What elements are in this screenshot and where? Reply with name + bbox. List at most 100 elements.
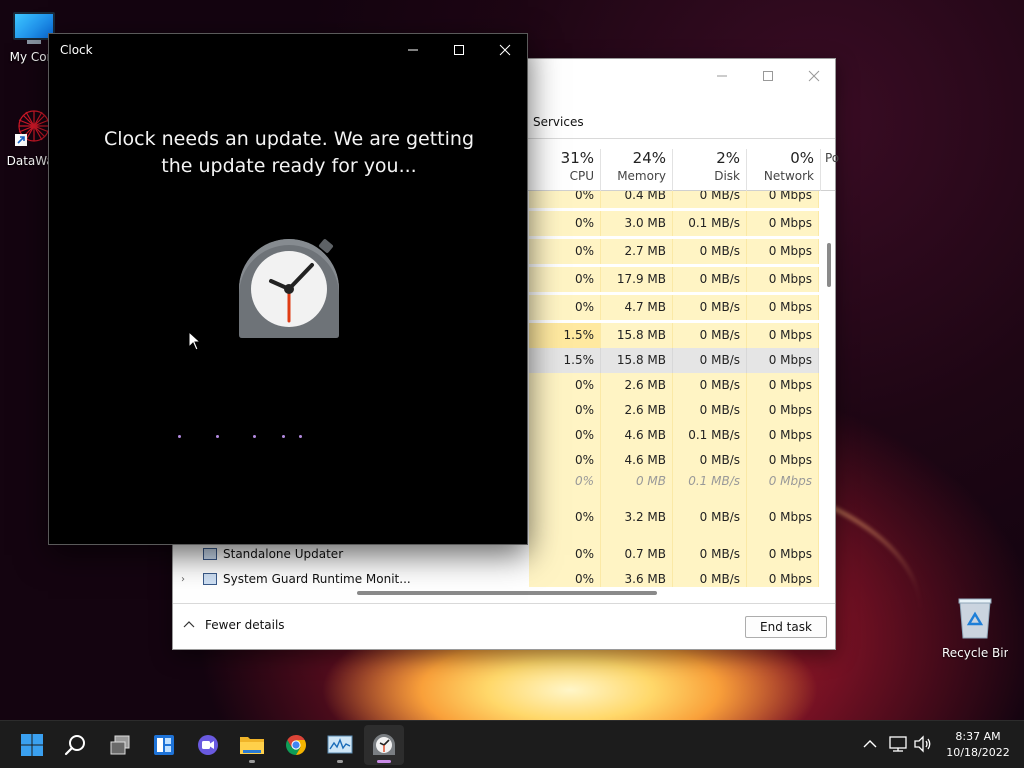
cell-network: 0 Mbps	[747, 492, 819, 542]
cell-disk: 0.1 MB/s	[673, 470, 747, 492]
system-date: 10/18/2022	[946, 746, 1010, 759]
column-header-network[interactable]: 0% Network	[747, 149, 821, 191]
close-button[interactable]	[791, 63, 837, 89]
cell-network: 0 Mbps	[747, 470, 819, 492]
cell-cpu: 0%	[529, 211, 601, 236]
cell-network: 0 Mbps	[747, 567, 819, 587]
stopwatch-clock-icon	[373, 734, 395, 755]
cell-cpu: 1.5%	[529, 323, 601, 348]
window-title: Clock	[60, 43, 93, 57]
clock-taskbar-button[interactable]	[364, 725, 404, 765]
chat-video-icon	[198, 735, 218, 755]
column-header-disk[interactable]: 2% Disk	[673, 149, 747, 191]
minimize-button[interactable]	[699, 63, 745, 89]
progress-dot	[282, 435, 285, 438]
taskbar: 8:37 AM 10/18/2022	[0, 720, 1024, 768]
show-hidden-icons-button[interactable]	[861, 735, 879, 753]
update-message: Clock needs an update. We are getting th…	[103, 128, 475, 177]
network-label: Network	[763, 169, 814, 183]
maximize-icon	[763, 71, 773, 81]
search-button[interactable]	[56, 725, 96, 765]
table-row[interactable]: › System Guard Runtime Monit... 0% 3.6 M…	[173, 567, 819, 587]
volume-tray-button[interactable]	[913, 734, 933, 754]
cell-memory: 4.6 MB	[601, 423, 673, 448]
task-view-button[interactable]	[100, 725, 140, 765]
system-time: 8:37 AM	[955, 730, 1001, 743]
cell-network: 0 Mbps	[747, 191, 819, 208]
cell-network: 0 Mbps	[747, 323, 819, 348]
widgets-icon	[154, 735, 174, 755]
desktop-icon-label: Recycle Bin	[942, 646, 1008, 660]
column-header-power[interactable]: Po	[821, 149, 839, 191]
cell-memory: 0 MB	[601, 470, 673, 492]
cpu-label: CPU	[569, 169, 594, 183]
cell-cpu: 0%	[529, 567, 601, 587]
chevron-up-icon	[863, 740, 877, 748]
cell-cpu: 0%	[529, 373, 601, 398]
windows-start-icon	[21, 734, 43, 756]
cell-disk: 0.1 MB/s	[673, 211, 747, 236]
chrome-button[interactable]	[276, 725, 316, 765]
recycle-bin-icon	[957, 596, 993, 640]
close-icon	[499, 44, 511, 56]
task-manager-footer: Fewer details End task	[173, 603, 835, 649]
process-name: System Guard Runtime Monit...	[223, 572, 411, 586]
cell-network: 0 Mbps	[747, 348, 819, 373]
file-explorer-button[interactable]	[232, 725, 272, 765]
minimize-button[interactable]	[390, 34, 436, 66]
network-tray-button[interactable]	[888, 734, 908, 754]
cell-disk: 0 MB/s	[673, 295, 747, 320]
network-icon	[889, 736, 907, 752]
cell-network: 0 Mbps	[747, 239, 819, 264]
active-indicator	[377, 760, 391, 763]
progress-dot	[299, 435, 302, 438]
running-indicator	[337, 760, 343, 763]
teams-chat-button[interactable]	[188, 725, 228, 765]
horizontal-scrollbar[interactable]	[357, 591, 657, 595]
desktop-icon-recycle-bin[interactable]: Recycle Bin	[942, 596, 1008, 660]
cpu-percent: 31%	[560, 149, 594, 167]
cell-network: 0 Mbps	[747, 373, 819, 398]
system-clock[interactable]: 8:37 AM 10/18/2022	[940, 729, 1016, 761]
column-header-cpu[interactable]: 31% CPU	[529, 149, 601, 191]
cell-disk: 0 MB/s	[673, 373, 747, 398]
disk-label: Disk	[714, 169, 740, 183]
running-indicator	[249, 760, 255, 763]
tab-services[interactable]: Services	[533, 115, 584, 129]
end-task-button[interactable]: End task	[745, 616, 827, 638]
app-window-icon	[203, 548, 217, 560]
cell-disk: 0 MB/s	[673, 323, 747, 348]
cell-memory: 15.8 MB	[601, 348, 673, 373]
cell-disk: 0 MB/s	[673, 567, 747, 587]
cell-memory: 0.4 MB	[601, 191, 673, 208]
clock-window[interactable]: Clock Clock needs an update. We are gett…	[48, 33, 528, 545]
mouse-cursor-icon	[188, 330, 202, 351]
cell-cpu: 0%	[529, 191, 601, 208]
maximize-button[interactable]	[436, 34, 482, 66]
cell-memory: 17.9 MB	[601, 267, 673, 292]
minimize-icon	[717, 75, 727, 77]
cell-network: 0 Mbps	[747, 211, 819, 236]
fewer-details-button[interactable]: Fewer details	[183, 618, 285, 632]
start-button[interactable]	[12, 725, 52, 765]
widgets-button[interactable]	[144, 725, 184, 765]
chevron-up-icon	[183, 621, 195, 628]
task-manager-taskbar-button[interactable]	[320, 725, 360, 765]
cell-cpu: 0%	[529, 295, 601, 320]
memory-percent: 24%	[632, 149, 666, 167]
cell-memory: 0.7 MB	[601, 542, 673, 567]
table-row[interactable]: Standalone Updater 0% 0.7 MB 0 MB/s 0 Mb…	[173, 542, 819, 567]
close-icon	[808, 70, 820, 82]
cell-memory: 3.2 MB	[601, 492, 673, 542]
maximize-button[interactable]	[745, 63, 791, 89]
cell-memory: 15.8 MB	[601, 323, 673, 348]
column-header-memory[interactable]: 24% Memory	[601, 149, 673, 191]
cell-cpu: 0%	[529, 542, 601, 567]
cell-cpu: 0%	[529, 239, 601, 264]
cell-disk: 0 MB/s	[673, 348, 747, 373]
vertical-scrollbar[interactable]	[827, 243, 831, 287]
expand-chevron-icon[interactable]: ›	[181, 567, 185, 587]
cell-cpu: 0%	[529, 423, 601, 448]
cell-cpu: 0%	[529, 398, 601, 423]
close-button[interactable]	[482, 34, 528, 66]
